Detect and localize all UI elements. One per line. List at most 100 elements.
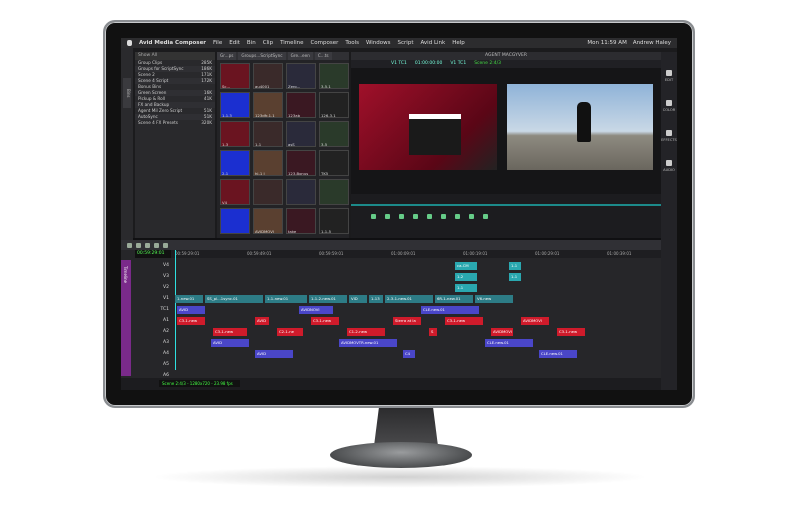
clip-thumbnail[interactable]: 2-1: [220, 150, 250, 176]
clip-thumbnail[interactable]: [220, 208, 250, 234]
menu-timeline[interactable]: Timeline: [280, 40, 303, 46]
timeline-clip[interactable]: AVID: [255, 350, 293, 358]
menu-windows[interactable]: Windows: [366, 40, 391, 46]
tab-cuts[interactable]: C...ts: [314, 52, 332, 60]
tab-groups-scriptsync[interactable]: Groups...ScriptSync: [238, 52, 286, 60]
timeline-clip[interactable]: C3-1-new: [311, 317, 339, 325]
timeline-clip[interactable]: C3-1-new: [445, 317, 483, 325]
clip-thumbnail[interactable]: take: [286, 208, 316, 234]
timeline-clip[interactable]: CLE.new.01: [539, 350, 577, 358]
playhead[interactable]: [175, 250, 176, 370]
clip-thumbnail[interactable]: 123dfr-1.1: [253, 92, 283, 118]
mark-out-icon[interactable]: [385, 214, 390, 219]
track-label[interactable]: V4: [145, 262, 169, 270]
timeline-clip[interactable]: AVIDNOVI: [299, 306, 333, 314]
user-name[interactable]: Andrew Haley: [633, 40, 671, 46]
track-label[interactable]: V2: [145, 284, 169, 292]
clip-thumbnail[interactable]: hl-1 I: [253, 150, 283, 176]
tab-groups[interactable]: Gr...ps: [217, 52, 237, 60]
trim-tool-icon[interactable]: [154, 242, 159, 248]
timeline-clip[interactable]: 2-3-1-new.01: [385, 295, 433, 303]
timeline-clip[interactable]: CLE.new.01: [485, 339, 533, 347]
audio-tool[interactable]: AUDIO: [661, 160, 677, 172]
timeline-clip[interactable]: 1-new.01: [175, 295, 203, 303]
track-label[interactable]: A3: [145, 339, 169, 347]
timeline-clip[interactable]: V6-new: [475, 295, 513, 303]
menu-file[interactable]: File: [213, 40, 222, 46]
effects-tool[interactable]: EFFECTS: [661, 130, 677, 142]
timeline-clip[interactable]: C1-2-new: [347, 328, 385, 336]
clip-thumbnail[interactable]: 1-1: [253, 121, 283, 147]
menu-clip[interactable]: Clip: [263, 40, 273, 46]
extract-tool-icon[interactable]: [136, 242, 141, 248]
menu-script[interactable]: Script: [398, 40, 414, 46]
clip-thumbnail[interactable]: [319, 179, 349, 205]
clip-thumbnail[interactable]: V4: [220, 179, 250, 205]
clip-thumbnail[interactable]: 1-1-5: [319, 208, 349, 234]
source-monitor[interactable]: [359, 84, 497, 170]
clip-thumbnail[interactable]: 3-5.1: [319, 63, 349, 89]
clip-thumbnail[interactable]: au4001: [253, 63, 283, 89]
menu-avid-link[interactable]: Avid Link: [420, 40, 445, 46]
play-icon[interactable]: [399, 214, 404, 219]
step-back-icon[interactable]: [413, 214, 418, 219]
color-tool[interactable]: COLOR: [661, 100, 677, 112]
track-label[interactable]: TC1: [145, 306, 170, 314]
clip-thumbnail[interactable]: Zero...: [286, 63, 316, 89]
timeline-clip[interactable]: 1-1: [509, 262, 521, 270]
track-label[interactable]: V3: [145, 273, 169, 281]
timeline-clip[interactable]: 6R-1-new.01: [435, 295, 473, 303]
lift-tool-icon[interactable]: [127, 242, 132, 248]
timeline-clip[interactable]: AVID: [211, 339, 249, 347]
bin-row[interactable]: Scene 4 FX Presets 320K: [135, 120, 215, 126]
segment-tool-icon[interactable]: [145, 242, 150, 248]
edit-tool[interactable]: EDIT: [661, 70, 677, 82]
track-label[interactable]: V1: [145, 295, 169, 303]
timeline-clip[interactable]: AVID: [177, 306, 205, 314]
overwrite-icon[interactable]: [455, 214, 460, 219]
track-label[interactable]: A6: [145, 372, 169, 380]
timeline-clip[interactable]: Sierra at la: [393, 317, 421, 325]
clip-thumbnail[interactable]: 123ab: [286, 92, 316, 118]
clip-thumbnail[interactable]: 3-5: [319, 121, 349, 147]
timeline-ruler[interactable]: 00:59:29:01 00:59:49:01 00:59:59:01 01:00:0…: [171, 250, 661, 258]
timeline-clip[interactable]: ca-CM: [455, 262, 477, 270]
clip-thumbnail[interactable]: Sc...: [220, 63, 250, 89]
track-label[interactable]: A5: [145, 361, 169, 369]
apple-icon[interactable]: [127, 40, 132, 46]
record-monitor[interactable]: [507, 84, 653, 170]
clip-thumbnail[interactable]: 1-1.3: [220, 92, 250, 118]
menu-composer[interactable]: Composer: [310, 40, 338, 46]
timeline-side-tab[interactable]: Timeline: [121, 260, 131, 376]
track-label[interactable]: A2: [145, 328, 169, 336]
lift-icon[interactable]: [469, 214, 474, 219]
mark-in-icon[interactable]: [371, 214, 376, 219]
clip-thumbnail[interactable]: [286, 179, 316, 205]
splice-icon[interactable]: [441, 214, 446, 219]
menu-tools[interactable]: Tools: [345, 40, 359, 46]
timeline-clip[interactable]: AVIDMOVTR.new.01: [339, 339, 397, 347]
timeline-clip[interactable]: C4: [403, 350, 415, 358]
timeline-clip[interactable]: 1-1: [455, 284, 477, 292]
step-forward-icon[interactable]: [427, 214, 432, 219]
timeline-clip[interactable]: AVIDMOVI: [521, 317, 549, 325]
timeline-clip[interactable]: 1-13: [369, 295, 383, 303]
source-track[interactable]: V1 TC1: [391, 60, 407, 68]
menu-bin[interactable]: Bin: [247, 40, 256, 46]
track-label[interactable]: A4: [145, 350, 169, 358]
timeline-clip[interactable]: C2-1-ne: [277, 328, 303, 336]
timeline-clip[interactable]: 1-1-new.01: [265, 295, 307, 303]
timeline-clip[interactable]: AVIDMOVI: [491, 328, 513, 336]
position-bar[interactable]: [351, 204, 661, 206]
tab-green-screen[interactable]: Gre...een: [287, 52, 313, 60]
clip-thumbnail[interactable]: 1-3: [220, 121, 250, 147]
timeline-clip[interactable]: 1-2: [455, 273, 477, 281]
timeline-clip[interactable]: C3-1-new: [177, 317, 205, 325]
snap-icon[interactable]: [163, 242, 168, 248]
menu-edit[interactable]: Edit: [229, 40, 240, 46]
timeline-clip[interactable]: S: [429, 328, 437, 336]
clip-thumbnail[interactable]: 123-Bonus: [286, 150, 316, 176]
clip-thumbnail[interactable]: AVIDMOVI: [253, 208, 283, 234]
timeline-clip[interactable]: CLE.new.01: [421, 306, 479, 314]
timeline-clip[interactable]: 1-1: [509, 273, 521, 281]
